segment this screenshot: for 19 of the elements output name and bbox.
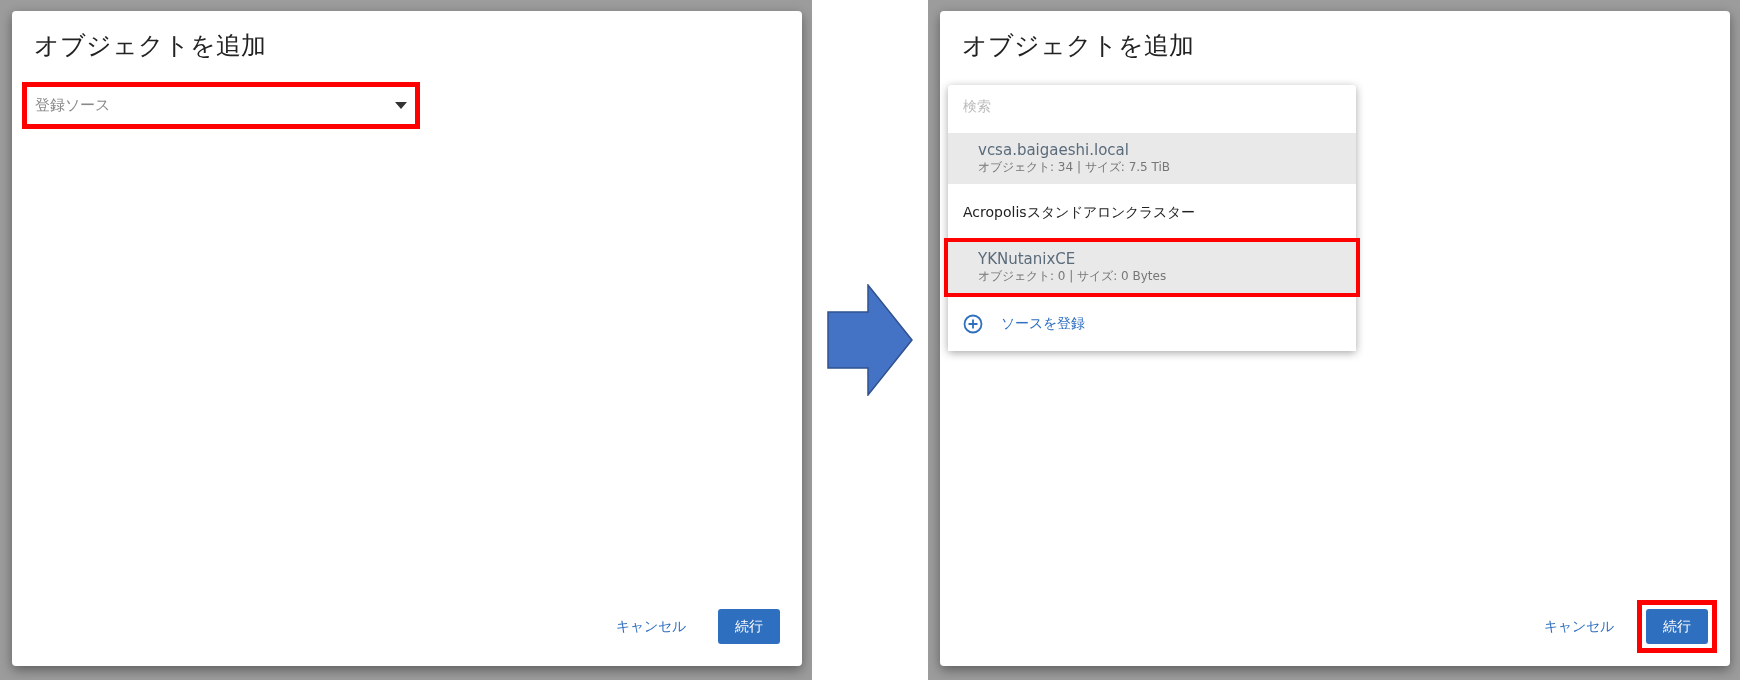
dialog-title: オブジェクトを追加 xyxy=(34,30,267,62)
right-arrow-icon xyxy=(827,284,913,396)
source-name: vcsa.baigaeshi.local xyxy=(978,141,1130,159)
continue-button[interactable]: 続行 xyxy=(1646,609,1708,644)
register-source-button[interactable]: ソースを登録 xyxy=(948,297,1356,351)
group-header: Acropolisスタンドアロンクラスター xyxy=(962,203,1196,222)
register-source-label: ソースを登録 xyxy=(1001,315,1085,333)
source-option[interactable]: vcsa.baigaeshi.local オブジェクト: 34 | サイズ: 7.5 TiB xyxy=(948,133,1356,184)
source-name: YKNutanixCE xyxy=(978,250,1077,268)
cancel-button[interactable]: キャンセル xyxy=(1536,609,1622,644)
source-details: オブジェクト: 34 | サイズ: 7.5 TiB xyxy=(978,159,1172,176)
plus-circle-icon xyxy=(963,314,983,334)
continue-button[interactable]: 続行 xyxy=(718,609,780,644)
dialog-title: オブジェクトを追加 xyxy=(962,30,1195,62)
cancel-button[interactable]: キャンセル xyxy=(608,609,694,644)
source-option[interactable]: YKNutanixCE オブジェクト: 0 | サイズ: 0 Bytes xyxy=(948,242,1356,293)
source-details: オブジェクト: 0 | サイズ: 0 Bytes xyxy=(978,268,1168,285)
source-select[interactable]: 登録ソース xyxy=(27,87,415,124)
caret-icon xyxy=(395,101,407,109)
